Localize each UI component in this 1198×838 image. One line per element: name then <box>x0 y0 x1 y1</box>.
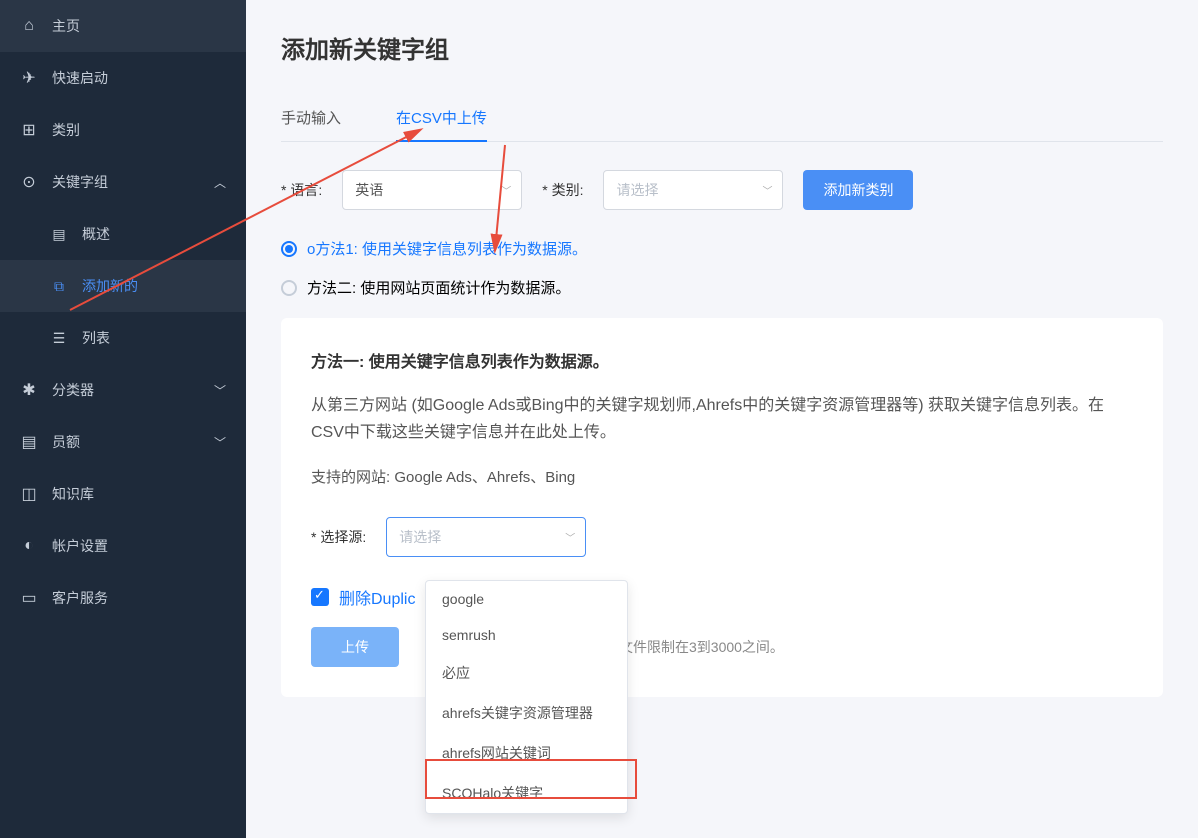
sidebar-label: 员额 <box>52 432 80 452</box>
chevron-down-icon: ﹀ <box>565 530 575 545</box>
chevron-down-icon: ﹀ <box>762 183 772 198</box>
radio-method2[interactable]: 方法二: 使用网站页面统计作为数据源。 <box>281 277 1163 298</box>
panel-description: 从第三方网站 (如Google Ads或Bing中的关键字规划师,Ahrefs中… <box>311 392 1133 446</box>
sidebar-item-classifier[interactable]: ✱ 分类器 ﹀ <box>0 364 246 416</box>
category-label: 类别: <box>542 180 583 200</box>
sidebar-label: 客户服务 <box>52 588 108 608</box>
form-row-settings: 语言: 英语 ﹀ 类别: 请选择 ﹀ 添加新类别 <box>281 170 1163 210</box>
sidebar-item-knowledge[interactable]: ◫ 知识库 <box>0 468 246 520</box>
source-placeholder: 请选择 <box>399 529 441 545</box>
checkbox-label: 删除Duplic <box>339 585 415 609</box>
overview-icon: ▤ <box>50 225 68 243</box>
chevron-down-icon: ﹀ <box>214 434 226 451</box>
radio-checked-icon <box>281 241 297 257</box>
sidebar-subitem-list[interactable]: ☰ 列表 <box>0 312 246 364</box>
radio-label: 方法二: 使用网站页面统计作为数据源。 <box>307 277 570 298</box>
sidebar: ⌂ 主页 ✈ 快速启动 ⊞ 类别 ⊙ 关键字组 ︿ ▤ 概述 ⧉ 添加新的 ☰ … <box>0 0 246 838</box>
chat-icon: ▭ <box>20 589 38 607</box>
sitemap-icon: ⊞ <box>20 121 38 139</box>
category-select[interactable]: 请选择 ﹀ <box>603 170 783 210</box>
sidebar-label: 主页 <box>52 16 80 36</box>
sidebar-item-quota[interactable]: ▤ 员额 ﹀ <box>0 416 246 468</box>
dropdown-item-bing[interactable]: 必应 <box>426 653 627 693</box>
tab-csv[interactable]: 在CSV中上传 <box>396 95 487 142</box>
file-hint: 文件限制在3到3000之间。 <box>619 637 784 657</box>
sidebar-label: 帐户设置 <box>52 536 108 556</box>
sidebar-label: 概述 <box>82 224 110 244</box>
sidebar-item-account[interactable]: ◐ 帐户设置 <box>0 520 246 572</box>
source-select[interactable]: 请选择 ﹀ <box>386 517 586 557</box>
home-icon: ⌂ <box>20 17 38 35</box>
tabs: 手动输入 在CSV中上传 <box>281 95 1163 142</box>
panel-title: 方法一: 使用关键字信息列表作为数据源。 <box>311 348 1133 372</box>
search-icon: ⊙ <box>20 173 38 191</box>
sidebar-subitem-addnew[interactable]: ⧉ 添加新的 <box>0 260 246 312</box>
add-category-button[interactable]: 添加新类别 <box>803 170 913 210</box>
sidebar-label: 分类器 <box>52 380 94 400</box>
sidebar-label: 类别 <box>52 120 80 140</box>
source-row: 选择源: 请选择 ﹀ <box>311 517 1133 557</box>
page-title: 添加新关键字组 <box>281 30 1163 65</box>
category-placeholder: 请选择 <box>616 182 658 198</box>
sidebar-label: 列表 <box>82 328 110 348</box>
checkbox-checked-icon <box>311 588 329 606</box>
radio-method1[interactable]: o方法1: 使用关键字信息列表作为数据源。 <box>281 238 1163 259</box>
list-icon: ☰ <box>50 329 68 347</box>
radio-label: o方法1: 使用关键字信息列表作为数据源。 <box>307 238 587 259</box>
sidebar-label: 关键字组 <box>52 172 108 192</box>
sidebar-item-category[interactable]: ⊞ 类别 <box>0 104 246 156</box>
dropdown-item-google[interactable]: google <box>426 581 627 617</box>
tab-manual[interactable]: 手动输入 <box>281 95 341 141</box>
sidebar-item-keywords[interactable]: ⊙ 关键字组 ︿ <box>0 156 246 208</box>
book-icon: ◫ <box>20 485 38 503</box>
dropdown-item-semrush[interactable]: semrush <box>426 617 627 653</box>
panel-supported: 支持的网站: Google Ads、Ahrefs、Bing <box>311 466 1133 487</box>
file-icon: ▤ <box>20 433 38 451</box>
chevron-down-icon: ﹀ <box>214 382 226 399</box>
language-label: 语言: <box>281 180 322 200</box>
sidebar-item-quickstart[interactable]: ✈ 快速启动 <box>0 52 246 104</box>
main-content: 添加新关键字组 手动输入 在CSV中上传 语言: 英语 ﹀ 类别: 请选择 ﹀ … <box>246 0 1198 838</box>
dropdown-item-ahrefs-explorer[interactable]: ahrefs关键字资源管理器 <box>426 693 627 733</box>
sidebar-label: 快速启动 <box>52 68 108 88</box>
language-value: 英语 <box>355 182 383 198</box>
radio-unchecked-icon <box>281 280 297 296</box>
sidebar-label: 知识库 <box>52 484 94 504</box>
plane-icon: ✈ <box>20 69 38 87</box>
chevron-down-icon: ﹀ <box>501 183 511 198</box>
upload-button[interactable]: 上传 <box>311 627 399 667</box>
chevron-up-icon: ︿ <box>214 174 226 191</box>
annotation-highlight-box <box>425 759 637 799</box>
sidebar-label: 添加新的 <box>82 276 138 296</box>
sidebar-subitem-overview[interactable]: ▤ 概述 <box>0 208 246 260</box>
sidebar-item-home[interactable]: ⌂ 主页 <box>0 0 246 52</box>
add-icon: ⧉ <box>50 277 68 295</box>
sidebar-item-support[interactable]: ▭ 客户服务 <box>0 572 246 624</box>
source-label: 选择源: <box>311 527 366 547</box>
method-panel: 方法一: 使用关键字信息列表作为数据源。 从第三方网站 (如Google Ads… <box>281 318 1163 697</box>
share-icon: ✱ <box>20 381 38 399</box>
user-icon: ◐ <box>20 537 38 555</box>
language-select[interactable]: 英语 ﹀ <box>342 170 522 210</box>
